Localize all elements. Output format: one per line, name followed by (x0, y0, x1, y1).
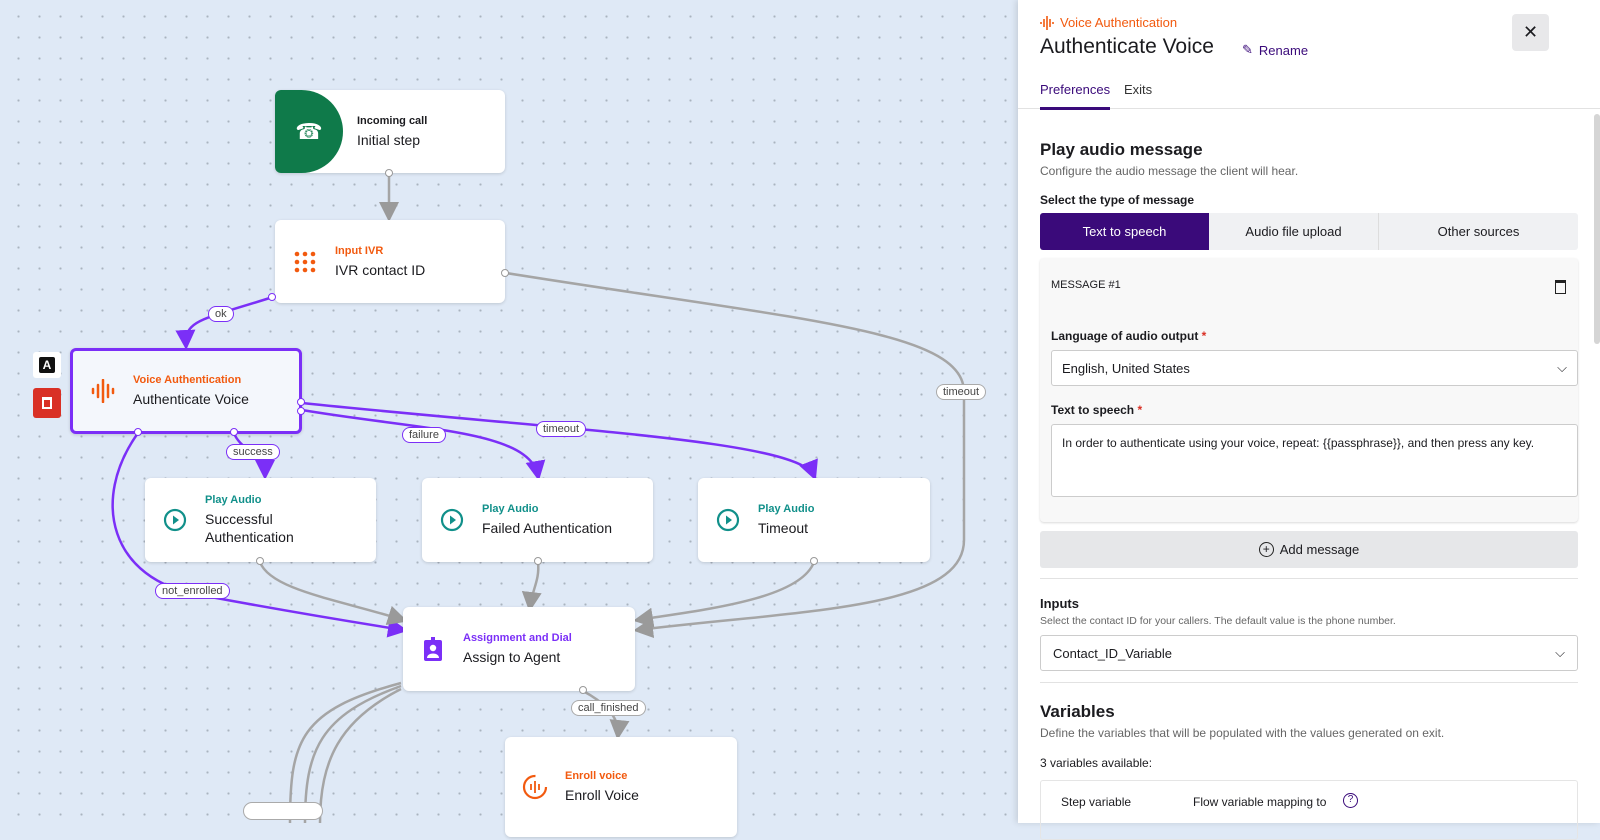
node-title: IVR contact ID (335, 261, 426, 278)
required-marker: * (1201, 329, 1207, 343)
edge-failure (301, 408, 546, 481)
badge-person-icon (403, 637, 463, 661)
node-category: Enroll voice (565, 770, 628, 782)
edge-label-ok[interactable]: ok (208, 306, 234, 322)
node-category: Input IVR (335, 244, 384, 257)
enroll-voice-icon (505, 774, 565, 800)
voice-wave-icon (1040, 15, 1054, 30)
edge-label-failure[interactable]: failure (402, 427, 446, 443)
node-category: Play Audio (758, 503, 815, 515)
voice-wave-icon (73, 379, 133, 403)
variables-desc: Define the variables that will be popula… (1040, 726, 1445, 740)
inputs-heading: Inputs (1040, 596, 1079, 611)
rename-button[interactable]: ✎ Rename (1242, 42, 1308, 58)
edge-label[interactable] (243, 802, 323, 820)
tts-label: Text to speech (1051, 403, 1135, 417)
node-incoming-call[interactable]: ☎ Incoming call Initial step (275, 90, 505, 173)
inputs-desc: Select the contact ID for your callers. … (1040, 615, 1396, 627)
close-button[interactable]: ✕ (1512, 14, 1549, 51)
edge-label-timeout-ivr[interactable]: timeout (936, 384, 987, 400)
type-label: Select the type of message (1040, 193, 1195, 207)
text-tool-button[interactable]: A (33, 352, 61, 378)
add-message-button[interactable]: + Add message (1040, 531, 1578, 568)
node-title: Enroll Voice (565, 787, 639, 803)
chevron-down-icon: ⌵ (1555, 645, 1565, 660)
pencil-icon: ✎ (1242, 42, 1253, 57)
language-label: Language of audio output (1051, 329, 1199, 343)
delete-message-icon[interactable] (1555, 280, 1566, 294)
edge-ivr-timeout (505, 271, 966, 639)
rename-label: Rename (1258, 42, 1309, 58)
plus-circle-icon: + (1258, 542, 1274, 557)
play-icon (698, 508, 758, 532)
close-icon: ✕ (1522, 22, 1539, 42)
language-select[interactable]: English, United States ⌵ (1051, 350, 1578, 386)
type-text-to-speech[interactable]: Text to speech (1040, 213, 1209, 250)
required-marker: * (1137, 403, 1143, 417)
col-flow-variable: Flow variable mapping to (1193, 795, 1327, 809)
node-play-audio-failed[interactable]: Play Audio Failed Authentication (422, 478, 653, 562)
node-title: Successful Authentication (205, 511, 294, 545)
section-desc: Configure the audio message the client w… (1040, 164, 1299, 178)
variables-count: 3 variables available: (1040, 756, 1153, 770)
node-category: Play Audio (482, 503, 539, 515)
type-audio-file-upload[interactable]: Audio file upload (1209, 213, 1379, 250)
node-assign-agent[interactable]: Assignment and Dial Assign to Agent (403, 607, 635, 691)
node-voice-authentication[interactable]: Voice Authentication Authenticate Voice (70, 348, 302, 434)
node-input-ivr[interactable]: Input IVR IVR contact ID (275, 220, 505, 303)
panel-category: Voice Authentication (1060, 15, 1178, 30)
delete-node-button[interactable] (33, 388, 61, 418)
edge-label-not-enrolled[interactable]: not_enrolled (155, 583, 230, 599)
scrollbar[interactable] (1594, 114, 1600, 344)
node-title: Authenticate Voice (133, 391, 249, 407)
edge-timeout (301, 401, 818, 481)
trash-icon (42, 397, 52, 409)
phone-incoming-icon: ☎ (275, 90, 343, 173)
node-category: Play Audio (205, 494, 262, 506)
edge-failed-assign (521, 561, 542, 612)
step-settings-panel: Voice Authentication Authenticate Voice … (1018, 0, 1600, 840)
text-icon: A (39, 357, 55, 373)
variables-table: Step variable Flow variable mapping to ? (1040, 780, 1578, 840)
col-step-variable: Step variable (1061, 795, 1132, 809)
contact-id-select[interactable]: Contact_ID_Variable ⌵ (1040, 635, 1578, 671)
panel-title: Authenticate Voice (1040, 35, 1214, 58)
play-icon (422, 508, 482, 532)
edge-success-assign (258, 561, 408, 625)
node-title: Initial step (357, 131, 421, 148)
node-play-audio-timeout[interactable]: Play Audio Timeout (698, 478, 930, 562)
type-other-sources[interactable]: Other sources (1379, 213, 1578, 250)
node-category: Assignment and Dial (463, 632, 572, 644)
flow-canvas[interactable]: ☎ Incoming call Initial step Input IVR IVR… (0, 0, 1020, 837)
message-card: MESSAGE #1 Language of audio output * En… (1040, 258, 1578, 522)
tab-exits[interactable]: Exits (1124, 82, 1152, 97)
node-play-audio-success[interactable]: Play Audio Successful Authentication (145, 478, 376, 562)
chevron-down-icon: ⌵ (1557, 360, 1567, 375)
add-message-label: Add message (1279, 542, 1360, 557)
keypad-icon (275, 251, 335, 273)
node-enroll-voice[interactable]: Enroll voice Enroll Voice (505, 737, 737, 837)
message-title: MESSAGE #1 (1051, 279, 1121, 291)
edge-label-timeout[interactable]: timeout (536, 421, 587, 437)
node-title: Failed Authentication (482, 520, 612, 536)
section-heading: Play audio message (1040, 140, 1203, 159)
node-category: Voice Authentication (133, 374, 242, 386)
node-category: Incoming call (357, 114, 428, 127)
tts-textarea[interactable]: In order to authenticate using your voic… (1051, 424, 1578, 497)
edge-timeout-assign (633, 561, 816, 628)
contact-id-value: Contact_ID_Variable (1053, 645, 1172, 661)
node-title: Timeout (758, 520, 809, 536)
play-icon (145, 508, 205, 532)
language-value: English, United States (1062, 360, 1190, 376)
tab-preferences[interactable]: Preferences (1040, 82, 1111, 110)
message-type-toggle: Text to speech Audio file upload Other s… (1040, 213, 1578, 250)
variables-heading: Variables (1040, 702, 1115, 721)
node-title: Assign to Agent (463, 649, 561, 665)
edge-label-call-finished[interactable]: call_finished (571, 700, 646, 716)
edge-label-success[interactable]: success (226, 444, 280, 460)
help-icon[interactable]: ? (1343, 793, 1358, 808)
